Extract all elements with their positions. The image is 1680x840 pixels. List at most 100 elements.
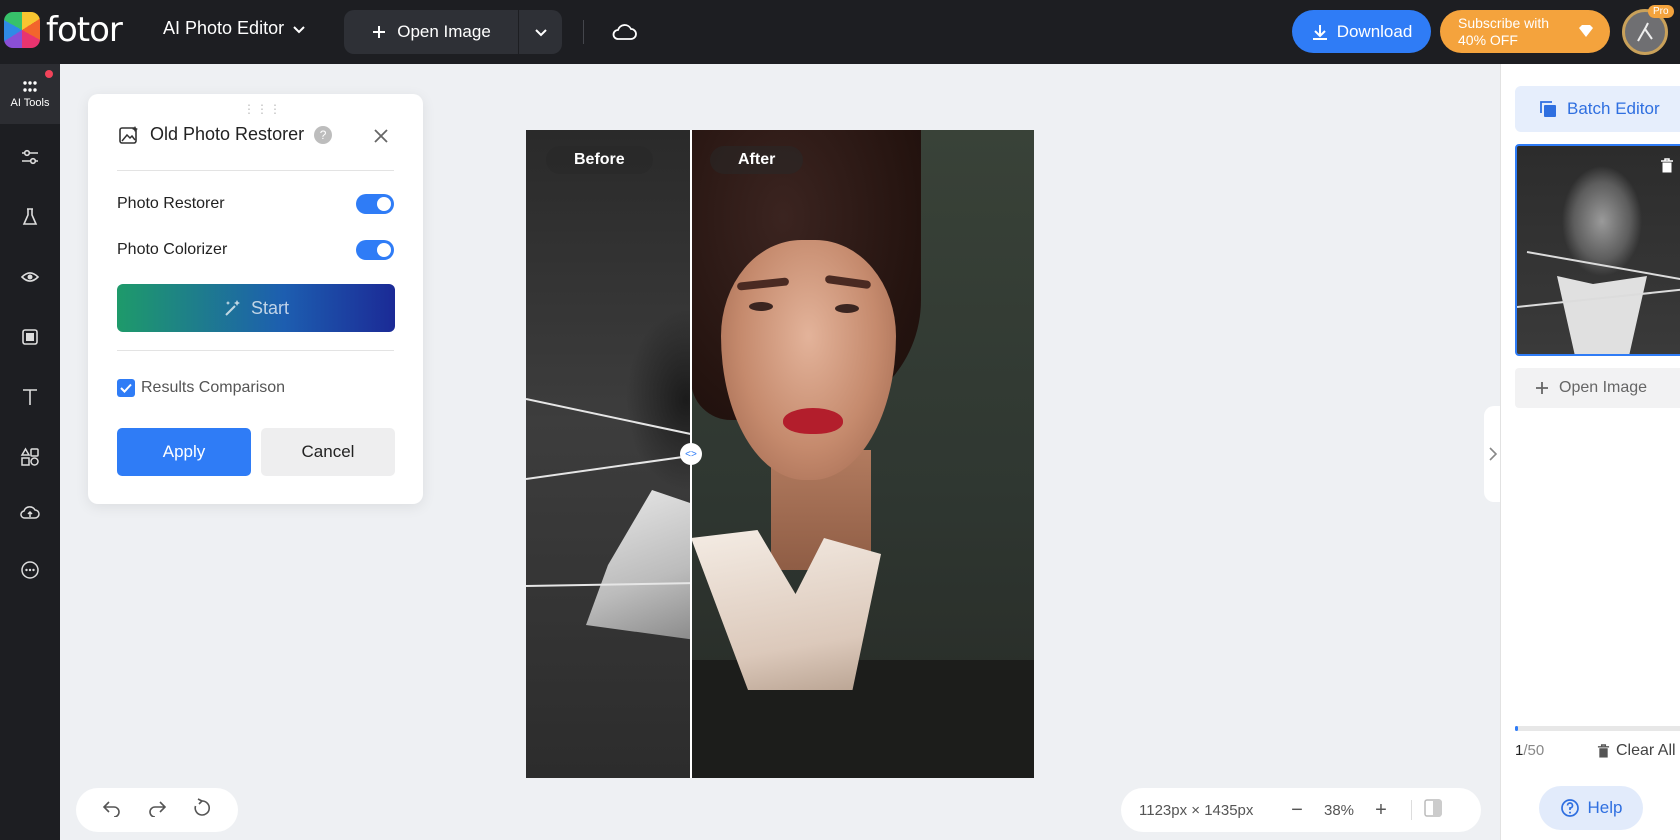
thumbnail-crack: [1526, 251, 1680, 281]
photo-canvas[interactable]: <> Before After: [526, 130, 1034, 778]
tool-rail: AI Tools: [0, 64, 60, 840]
clear-all-button[interactable]: Clear All: [1597, 742, 1676, 760]
before-image: [526, 130, 698, 778]
image-count-total: /50: [1523, 742, 1545, 759]
old-photo-restorer-panel: ⋮⋮⋮ Old Photo Restorer ? Photo Restorer …: [88, 94, 423, 504]
question-circle-icon: [1560, 799, 1579, 817]
rail-label-ai-tools: AI Tools: [10, 96, 50, 109]
zoom-out-button[interactable]: −: [1279, 799, 1315, 822]
trash-icon: [1661, 158, 1673, 173]
plus-icon: [1536, 382, 1548, 394]
batch-panel: Batch Editor Open Image 1/50 Clear All H…: [1500, 64, 1680, 840]
subscribe-line-1: Subscribe with: [1458, 14, 1550, 31]
rail-item-more[interactable]: [0, 550, 60, 590]
reset-icon: [194, 797, 210, 816]
layers-icon: [1540, 101, 1556, 117]
app-menu-label: AI Photo Editor: [163, 18, 285, 38]
before-label: Before: [546, 146, 653, 174]
start-label: Start: [250, 297, 289, 318]
drag-handle-icon[interactable]: ⋮⋮⋮: [243, 102, 282, 116]
help-button[interactable]: Help: [1539, 786, 1643, 830]
panel-divider: [117, 350, 394, 351]
close-icon: [374, 129, 388, 143]
thumbnail-collar-shape: [1557, 276, 1647, 354]
trash-icon: [1597, 743, 1610, 758]
history-controls: [76, 788, 238, 832]
rail-item-elements[interactable]: [0, 437, 60, 477]
plus-icon: [373, 26, 386, 38]
face-shape: [721, 240, 896, 480]
app-menu-button[interactable]: AI Photo Editor: [163, 18, 306, 39]
undo-button[interactable]: [102, 799, 122, 822]
add-image-label: Open Image: [1559, 379, 1648, 396]
subscribe-text: Subscribe with 40% OFF: [1458, 15, 1570, 49]
panel-title: Old Photo Restorer: [150, 124, 305, 144]
subscribe-button[interactable]: Subscribe with 40% OFF: [1440, 10, 1610, 53]
pro-badge: Pro: [1648, 5, 1674, 18]
fotor-logo[interactable]: fotor: [4, 10, 123, 50]
frame-icon: [22, 329, 38, 345]
help-label: Help: [1587, 798, 1623, 817]
photo-crack: [526, 398, 698, 437]
option-label: Photo Restorer: [117, 195, 225, 212]
toolbar-divider: [583, 20, 584, 44]
panel-header: Old Photo Restorer ?: [118, 124, 393, 145]
split-view-icon: [1424, 799, 1442, 817]
results-comparison-checkbox[interactable]: Results Comparison: [117, 379, 285, 397]
rail-item-effects[interactable]: [0, 197, 60, 237]
cloud-upload-icon: [20, 506, 40, 519]
rail-item-upload[interactable]: [0, 492, 60, 532]
open-image-dropdown[interactable]: [518, 10, 562, 54]
close-button[interactable]: [369, 124, 393, 148]
more-icon: [21, 561, 39, 579]
photo-colorizer-toggle[interactable]: [356, 240, 394, 260]
rail-item-text[interactable]: [0, 377, 60, 417]
grid-dots-icon: [23, 80, 37, 92]
option-photo-restorer: Photo Restorer: [117, 194, 394, 214]
cancel-button[interactable]: Cancel: [261, 428, 395, 476]
eye-icon: [20, 272, 40, 282]
add-image-button[interactable]: Open Image: [1515, 368, 1680, 408]
chevron-right-icon: [1489, 447, 1498, 461]
zoom-in-button[interactable]: +: [1363, 799, 1399, 822]
cloud-save-button[interactable]: [608, 18, 640, 46]
comparison-handle-icon[interactable]: <>: [680, 443, 702, 465]
results-comparison-label: Results Comparison: [141, 379, 286, 396]
rail-item-adjust[interactable]: [0, 137, 60, 177]
after-image: [691, 130, 1034, 778]
panel-divider: [117, 170, 394, 171]
chevron-down-icon: [293, 25, 305, 33]
zoom-divider: [1411, 800, 1412, 820]
eye-shape: [749, 302, 773, 311]
flask-icon: [22, 208, 38, 225]
reset-button[interactable]: [192, 797, 212, 823]
image-size-readout: 1123px × 1435px: [1139, 801, 1254, 819]
rail-item-frames[interactable]: [0, 317, 60, 357]
logo-text: fotor: [46, 10, 123, 50]
batch-editor-button[interactable]: Batch Editor: [1515, 86, 1680, 132]
redo-button[interactable]: [147, 799, 167, 822]
subscribe-line-2: 40% OFF: [1458, 31, 1518, 48]
zoom-level[interactable]: 38%: [1315, 802, 1363, 819]
delete-thumbnail-button[interactable]: [1657, 156, 1677, 176]
user-icon: [1637, 22, 1653, 42]
download-button[interactable]: Download: [1292, 10, 1431, 53]
compare-view-button[interactable]: [1424, 799, 1442, 821]
eye-shape: [835, 304, 859, 313]
top-bar: fotor AI Photo Editor Open Image Downloa…: [0, 0, 1680, 64]
fotor-logo-icon: [4, 12, 40, 48]
image-thumbnail[interactable]: [1515, 144, 1680, 356]
chevron-down-icon: [534, 29, 547, 37]
open-image-button[interactable]: Open Image: [344, 10, 518, 54]
help-icon[interactable]: ?: [314, 125, 333, 144]
clear-all-label: Clear All: [1616, 742, 1676, 759]
photo-crack: [526, 454, 695, 480]
upload-progress-fill: [1515, 726, 1519, 731]
photo-restorer-toggle[interactable]: [356, 194, 394, 214]
rail-item-ai-tools[interactable]: AI Tools: [0, 64, 60, 124]
start-button[interactable]: Start: [117, 284, 395, 332]
download-icon: [1312, 24, 1327, 40]
rail-item-beauty[interactable]: [0, 257, 60, 297]
apply-button[interactable]: Apply: [117, 428, 251, 476]
shapes-icon: [20, 447, 39, 466]
